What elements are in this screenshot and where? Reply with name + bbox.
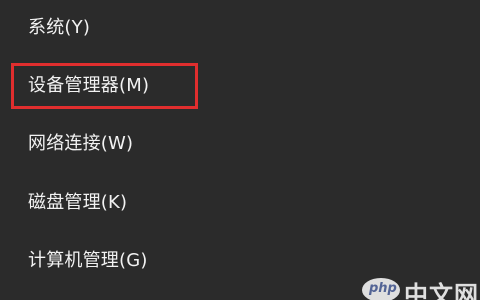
watermark-text: 中文网 — [404, 281, 479, 300]
context-menu: 系统(Y) 设备管理器(M) 网络连接(W) 磁盘管理(K) 计算机管理(G) … — [0, 0, 480, 300]
menu-item-computer-management[interactable]: 计算机管理(G) — [28, 243, 148, 279]
menu-item-system[interactable]: 系统(Y) — [28, 10, 90, 46]
menu-item-device-manager[interactable]: 设备管理器(M) — [28, 68, 149, 104]
watermark-logo-text: php — [369, 281, 397, 296]
watermark: php 中文网 — [360, 272, 480, 300]
menu-item-disk-management[interactable]: 磁盘管理(K) — [28, 185, 127, 221]
menu-item-network-connections[interactable]: 网络连接(W) — [28, 126, 133, 162]
